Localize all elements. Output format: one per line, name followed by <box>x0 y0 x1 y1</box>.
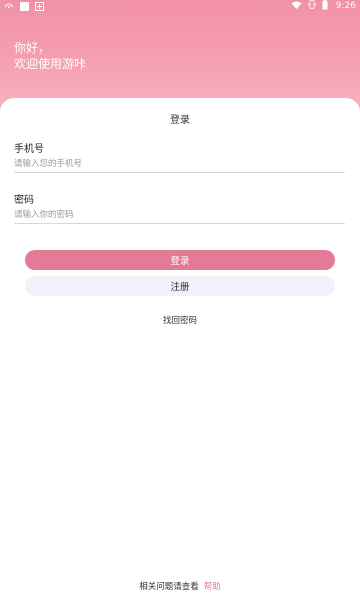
forgot-password-link[interactable]: 找回密码 <box>0 314 360 326</box>
status-right: 9:26 <box>291 0 356 13</box>
wifi-icon <box>291 1 302 12</box>
greeting-line-2: 欢迎使用游咔 <box>14 57 87 71</box>
register-button[interactable]: 注册 <box>25 276 335 296</box>
vibrate-icon <box>307 0 316 12</box>
login-card: 登录 手机号 密码 登录 注册 找回密码 <box>0 98 360 600</box>
phone-input[interactable] <box>14 155 345 173</box>
phone-label: 手机号 <box>14 144 44 155</box>
footer: 相关问题请查看 帮助 <box>0 580 360 592</box>
status-time: 9:26 <box>335 1 356 11</box>
square-icon <box>20 1 29 11</box>
help-link[interactable]: 帮助 <box>204 582 221 592</box>
status-bar: 9:26 <box>0 0 360 12</box>
card-title: 登录 <box>170 115 190 126</box>
password-input[interactable] <box>14 206 345 224</box>
greeting-line-1: 你好， <box>14 41 51 55</box>
password-label: 密码 <box>14 195 34 206</box>
footer-text: 相关问题请查看 <box>139 582 199 592</box>
battery-icon <box>322 0 328 13</box>
status-left <box>4 1 44 12</box>
greeting: 你好， 欢迎使用游咔 <box>14 40 86 72</box>
login-button[interactable]: 登录 <box>25 250 335 270</box>
plus-icon <box>35 1 44 11</box>
notification-icon <box>4 1 14 12</box>
